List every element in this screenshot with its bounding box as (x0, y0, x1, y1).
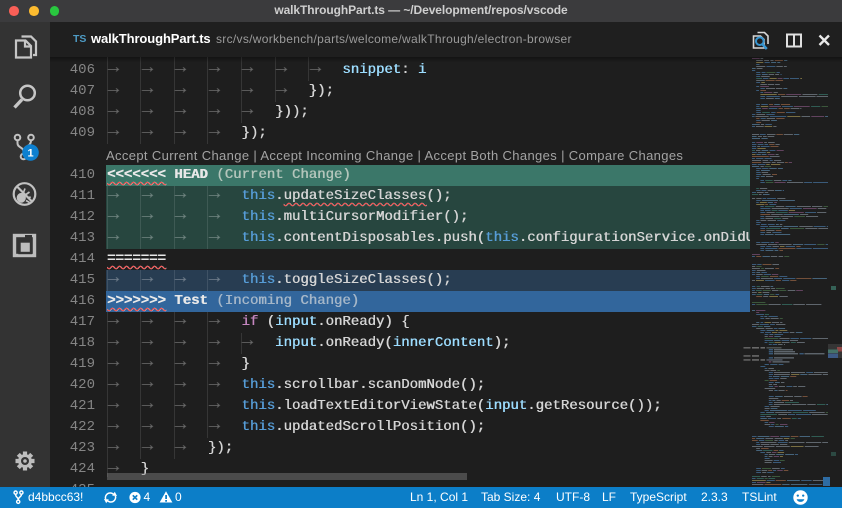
svg-text:1: 1 (27, 148, 33, 160)
